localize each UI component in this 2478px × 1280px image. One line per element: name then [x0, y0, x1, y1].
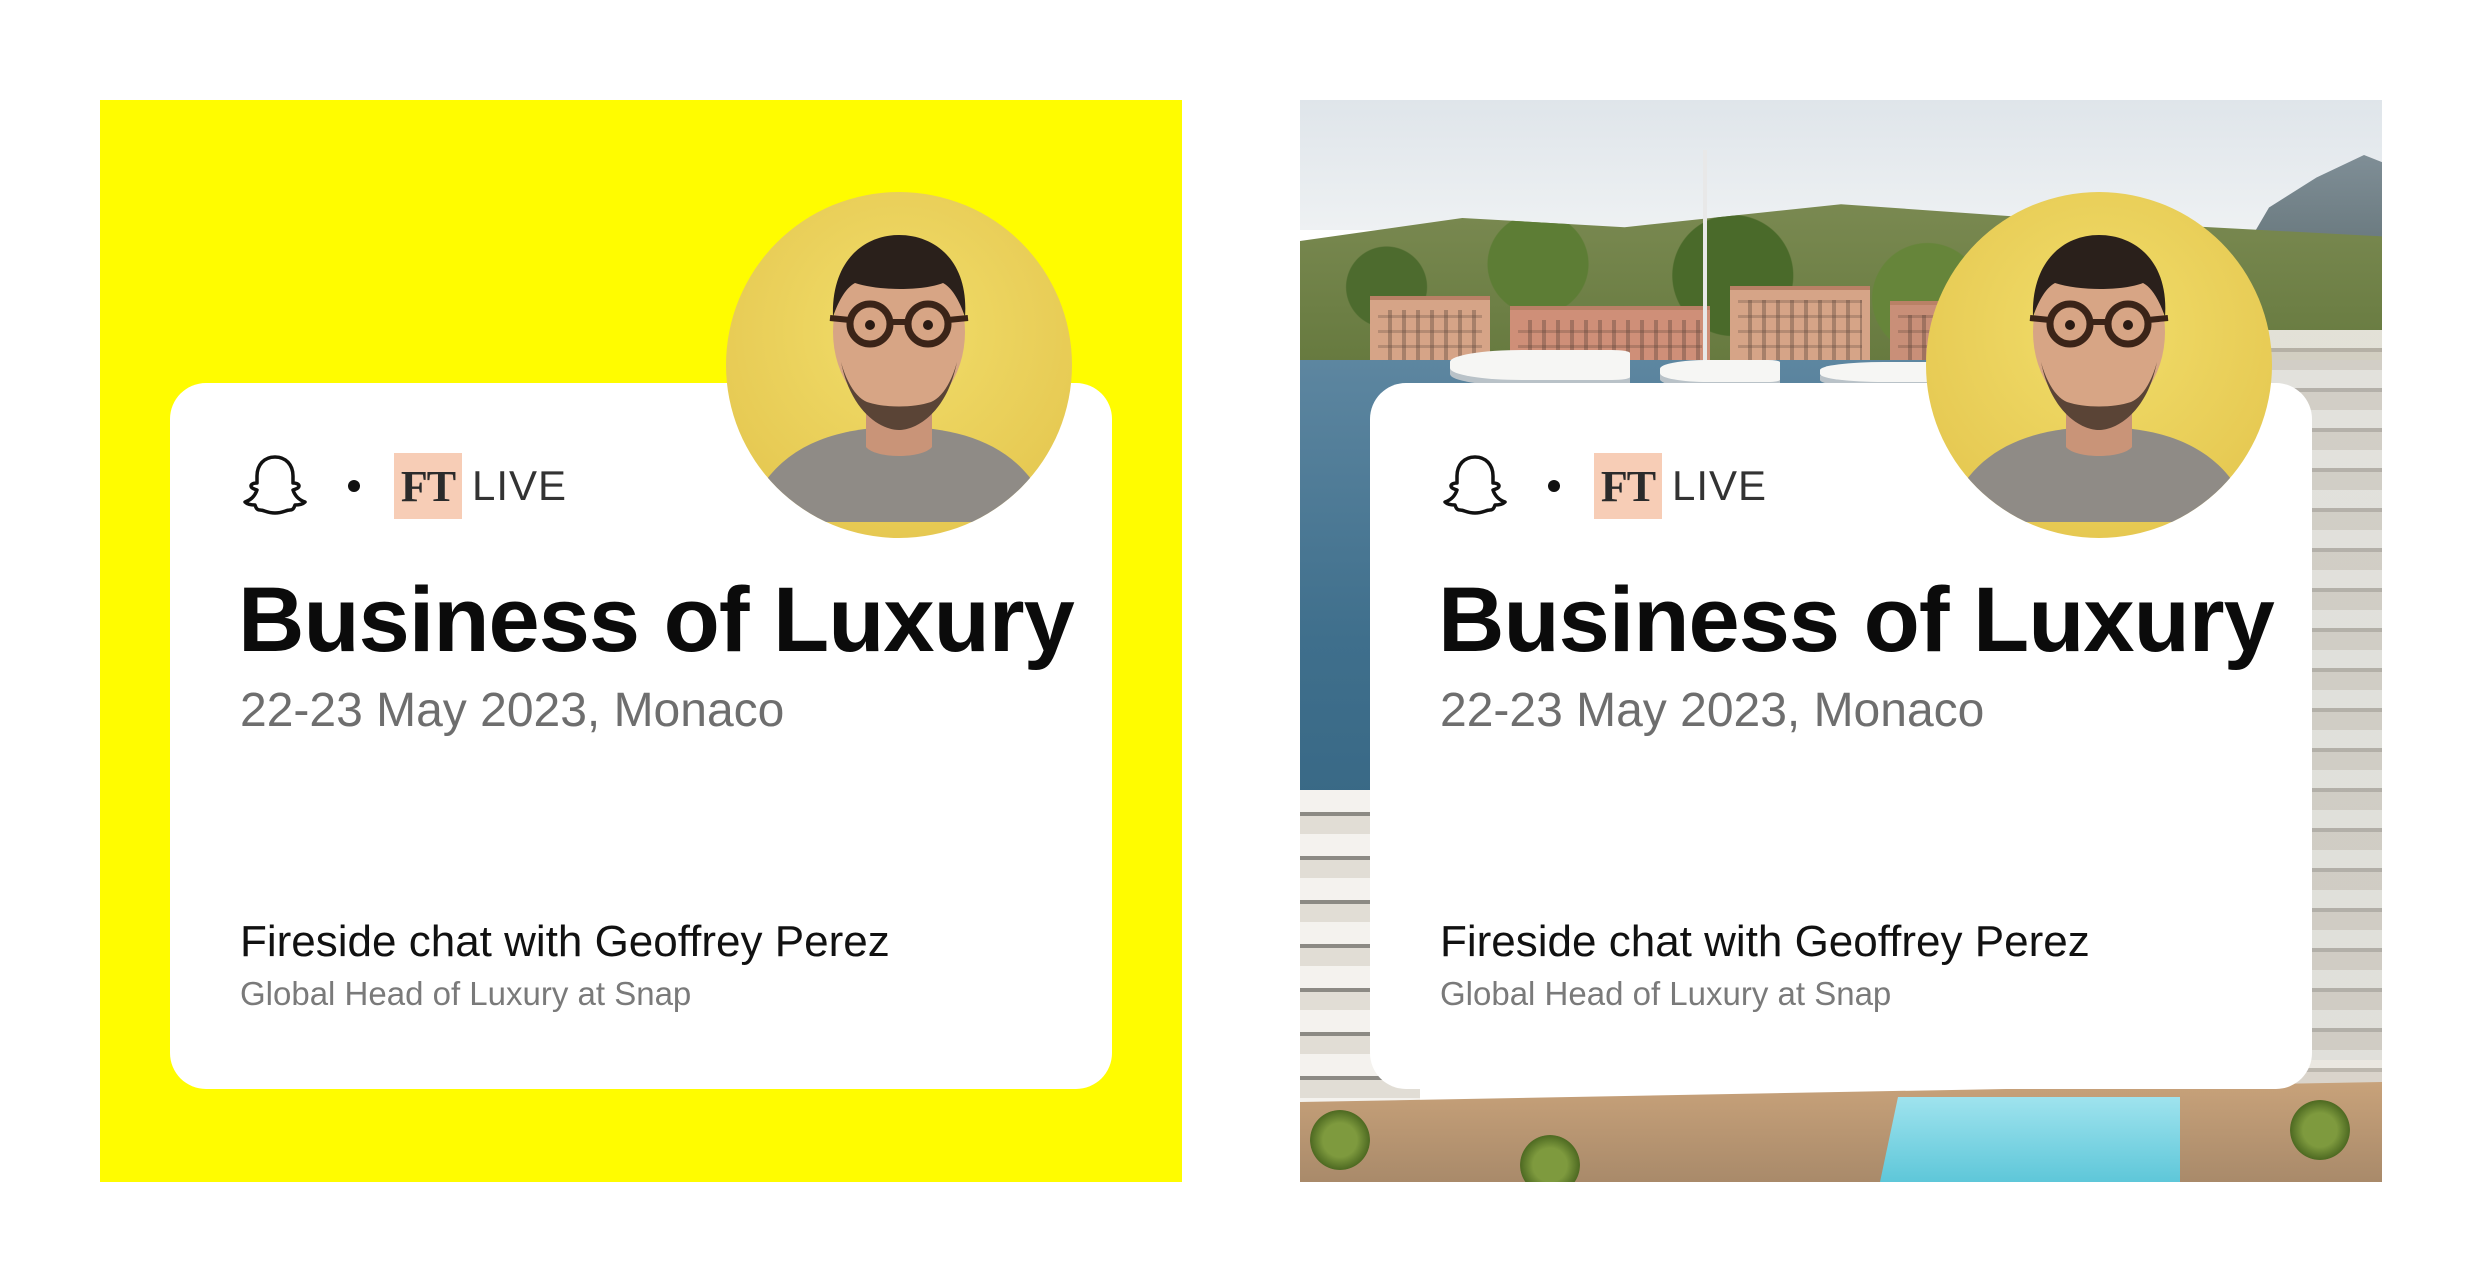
separator-dot [348, 480, 360, 492]
event-date: 22-23 May 2023, Monaco [240, 684, 785, 737]
live-label: LIVE [1672, 462, 1768, 509]
logo-row: FT LIVE [1440, 453, 1767, 519]
separator-dot [1548, 480, 1560, 492]
speaker-line: Fireside chat with Geoffrey Perez [1440, 917, 2090, 966]
ft-logo: FT [1594, 453, 1662, 519]
monaco-promo-panel: FT LIVE Business of Luxury 22-23 May 202… [1300, 100, 2382, 1182]
event-title: Business of Luxury [1438, 569, 2275, 671]
snapchat-ghost-icon [240, 451, 310, 521]
snapchat-ghost-icon [1440, 451, 1510, 521]
ft-logo: FT [394, 453, 462, 519]
event-date: 22-23 May 2023, Monaco [1440, 684, 1985, 737]
speaker-role: Global Head of Luxury at Snap [1440, 975, 1892, 1012]
live-label: LIVE [472, 462, 568, 509]
speaker-role: Global Head of Luxury at Snap [240, 975, 692, 1012]
event-title: Business of Luxury [238, 569, 1075, 671]
speaker-avatar [726, 192, 1072, 538]
speaker-line: Fireside chat with Geoffrey Perez [240, 917, 890, 966]
yellow-promo-panel: FT LIVE Business of Luxury 22-23 May 202… [100, 100, 1182, 1182]
logo-row: FT LIVE [240, 453, 567, 519]
speaker-avatar [1926, 192, 2272, 538]
